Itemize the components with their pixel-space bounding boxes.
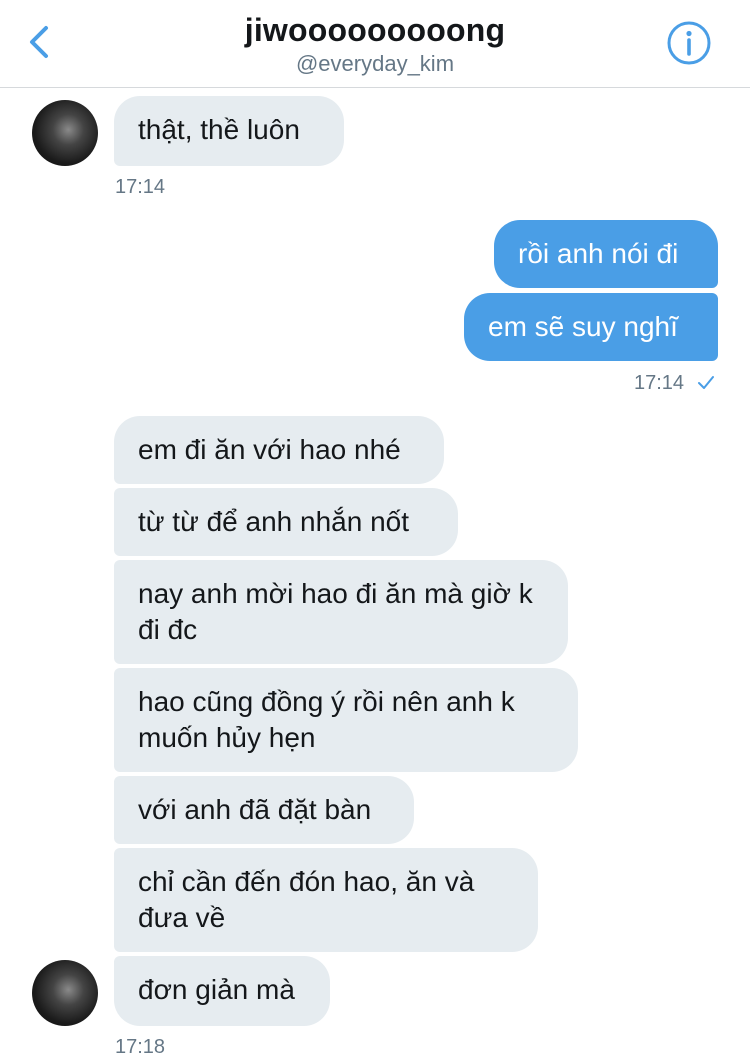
avatar[interactable] — [32, 960, 98, 1026]
user-handle: @everyday_kim — [295, 51, 455, 76]
dm-screen: jiwooooooooong @everyday_kim thật, thề l… — [0, 0, 750, 1064]
message-bubble-incoming[interactable]: nay anh mời hao đi ăn mà giờ k đi đc — [114, 560, 568, 664]
message-timestamp: 17:18 — [115, 1036, 166, 1058]
avatar[interactable] — [32, 100, 98, 166]
conversation-header: jiwooooooooong @everyday_kim — [0, 0, 750, 88]
message-bubble-incoming[interactable]: từ từ để anh nhắn nốt — [114, 488, 458, 556]
message-timestamp: 17:14 — [634, 372, 685, 394]
message-bubble-outgoing[interactable]: rồi anh nói đi — [494, 220, 718, 288]
message-bubble-incoming[interactable]: chỉ cần đến đón hao, ăn và đưa về — [114, 848, 538, 952]
info-icon — [667, 21, 711, 65]
checkmark-icon — [698, 376, 714, 389]
message-timestamp: 17:14 — [115, 176, 166, 198]
message-bubble-incoming[interactable]: đơn giản mà — [114, 956, 330, 1026]
message-bubble-incoming[interactable]: với anh đã đặt bàn — [114, 776, 414, 844]
message-bubble-incoming[interactable]: hao cũng đồng ý rồi nên anh k muốn hủy h… — [114, 668, 578, 772]
info-button[interactable] — [666, 20, 712, 66]
message-bubble-incoming[interactable]: em đi ăn với hao nhé — [114, 416, 444, 484]
message-bubble-incoming[interactable]: thật, thề luôn — [114, 96, 344, 166]
message-bubble-outgoing[interactable]: em sẽ suy nghĩ — [464, 293, 718, 361]
conversation-title[interactable]: jiwooooooooong — [0, 12, 750, 49]
